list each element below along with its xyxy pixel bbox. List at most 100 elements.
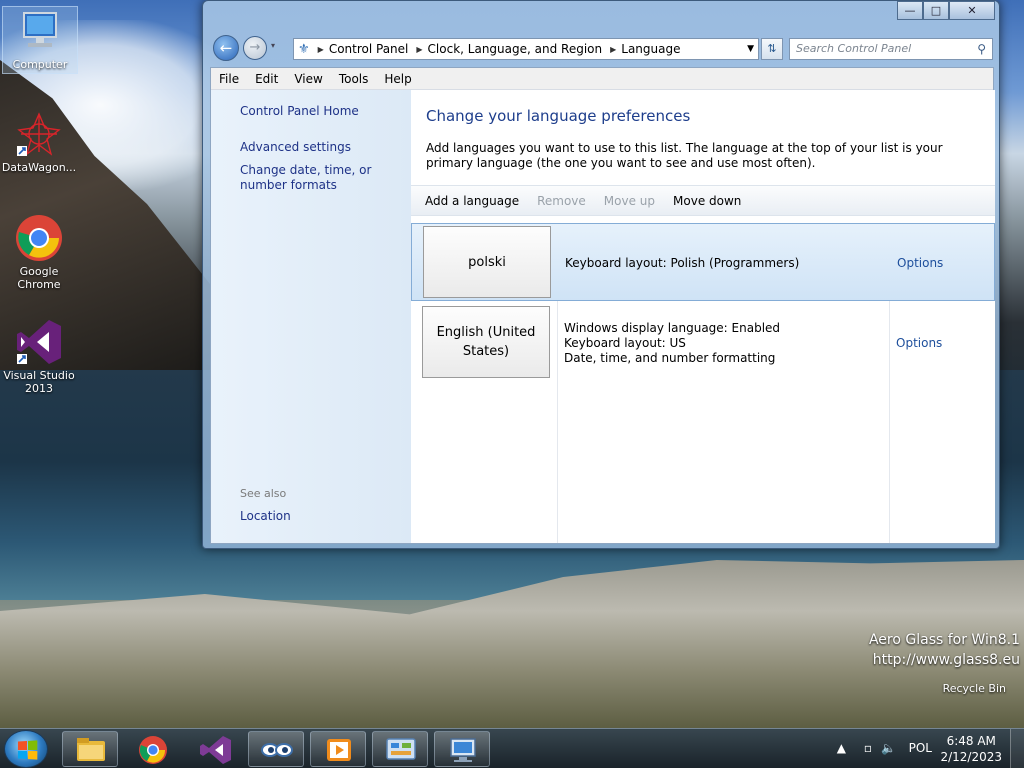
desktop-icon-computer[interactable]: Computer [2,6,78,74]
menu-file[interactable]: File [211,72,247,86]
desktop-icon-label: DataWagon... [1,161,77,174]
clock[interactable]: 6:48 AM 2/12/2023 [940,733,1002,765]
search-input[interactable]: Search Control Panel ⚲ [789,38,993,60]
language-row-english[interactable]: English (United States) Windows display … [411,304,995,384]
recycle-bin-label[interactable]: Recycle Bin [943,682,1006,695]
control-panel-home-link[interactable]: Control Panel Home [240,104,405,119]
taskbar-app-eyes[interactable] [248,731,304,767]
chrome-icon [139,736,167,764]
language-row-polski[interactable]: polski Keyboard layout: Polish (Programm… [411,223,995,301]
search-placeholder: Search Control Panel [796,42,912,55]
system-tray: ▲ ▫ 🔈 POL 6:48 AM 2/12/2023 [824,729,1024,768]
volume-icon[interactable]: 🔈 [881,741,896,755]
network-icon[interactable]: ▫ [864,741,872,755]
start-button[interactable] [4,730,48,768]
refresh-button[interactable]: ⇅ [761,38,783,60]
taskbar-control-panel[interactable] [372,731,428,767]
menu-edit[interactable]: Edit [247,72,286,86]
breadcrumb-clock-language-region[interactable]: Clock, Language, and Region [428,42,603,56]
taskbar-remote-desktop[interactable] [434,731,490,767]
taskbar-chrome[interactable] [124,731,180,767]
language-info: Keyboard layout: Polish (Programmers) [565,256,799,271]
clock-time: 6:48 AM [946,734,996,748]
chevron-down-icon[interactable]: ▼ [747,44,754,54]
language-info-line: Keyboard layout: Polish (Programmers) [565,256,800,270]
breadcrumb-separator-icon[interactable]: ▶ [610,45,616,54]
taskbar-visual-studio[interactable] [186,731,242,767]
chrome-icon [15,214,63,262]
menu-help[interactable]: Help [376,72,419,86]
see-also-heading: See also [240,487,287,500]
menu-view[interactable]: View [286,72,330,86]
page-description: Add languages you want to use to this li… [426,141,943,170]
desktop-icon-label: Visual Studio 2013 [3,369,75,395]
media-player-icon [327,739,351,761]
folder-icon [77,738,105,761]
breadcrumb-control-panel[interactable]: Control Panel [329,42,409,56]
language-tile[interactable]: English (United States) [422,306,550,378]
control-panel-window: — □ ✕ ← → ▾ ⚜ ▶ Control Panel ▶ Clock, L… [202,0,1000,549]
location-link[interactable]: Location [240,509,405,524]
taskbar: ▲ ▫ 🔈 POL 6:48 AM 2/12/2023 [0,728,1024,768]
computer-icon [16,7,64,55]
forward-button[interactable]: → [243,36,267,60]
main-content: Change your language preferences Add lan… [411,90,995,543]
caption-buttons: — □ ✕ [897,1,995,20]
move-down-button[interactable]: Move down [673,194,741,208]
breadcrumb-language[interactable]: Language [621,42,680,56]
navigation-bar: ← → ▾ ⚜ ▶ Control Panel ▶ Clock, Languag… [211,35,993,61]
move-up-button[interactable]: Move up [604,194,655,208]
breadcrumb-separator-icon[interactable]: ▶ [416,45,422,54]
minimize-button[interactable]: — [897,1,923,20]
arrow-right-icon: → [249,40,261,55]
desktop-icon-label: Google Chrome [17,265,61,291]
left-navigation-pane: Control Panel Home Advanced settings Cha… [211,90,411,543]
search-icon[interactable]: ⚲ [977,39,986,59]
language-info-line: Date, time, and number formatting [564,351,776,365]
menu-bar: File Edit View Tools Help [211,68,993,90]
eyes-icon [261,743,293,757]
change-date-time-formats-link[interactable]: Change date, time, or number formats [240,163,405,193]
watermark-line: Aero Glass for Win8.1 [868,632,1020,648]
language-toolbar: Add a language Remove Move up Move down [411,185,995,216]
desktop-icon-datawagon[interactable]: DataWagon... [1,110,77,174]
language-info-line: Windows display language: Enabled [564,321,781,335]
menu-tools[interactable]: Tools [331,72,377,86]
advanced-settings-link[interactable]: Advanced settings [240,140,405,155]
desktop-icon-label: Computer [12,58,68,71]
language-info: Windows display language: Enabled Keyboa… [564,321,780,366]
control-panel-icon [386,738,416,760]
datawagon-icon [15,110,63,158]
windows-logo-icon [17,740,38,760]
recent-pages-chevron-icon[interactable]: ▾ [271,41,275,50]
page-title: Change your language preferences [426,107,691,125]
options-link[interactable]: Options [896,336,942,350]
arrow-left-icon: ← [219,39,233,57]
desktop-icon-google-chrome[interactable]: Google Chrome [1,214,77,291]
remote-desktop-icon [450,738,476,762]
clock-date: 2/12/2023 [940,750,1002,764]
visual-studio-icon [15,318,63,366]
show-desktop-button[interactable] [1010,729,1024,768]
visual-studio-icon [200,736,231,764]
control-panel-icon: ⚜ [298,41,310,57]
add-language-button[interactable]: Add a language [425,194,519,208]
close-button[interactable]: ✕ [949,1,995,20]
watermark-url: http://www.glass8.eu [872,652,1020,668]
language-info-line: Keyboard layout: US [564,336,686,350]
breadcrumb-separator-icon[interactable]: ▶ [318,45,324,54]
input-language-indicator[interactable]: POL [909,741,932,755]
taskbar-explorer[interactable] [62,731,118,767]
refresh-icon: ⇅ [767,42,777,55]
desktop-icon-visual-studio[interactable]: Visual Studio 2013 [1,318,77,395]
show-hidden-icons-chevron-icon[interactable]: ▲ [837,741,846,755]
maximize-button[interactable]: □ [923,1,949,20]
address-bar[interactable]: ⚜ ▶ Control Panel ▶ Clock, Language, and… [293,38,759,60]
taskbar-media-player[interactable] [310,731,366,767]
language-tile[interactable]: polski [423,226,551,298]
back-button[interactable]: ← [213,35,239,61]
window-content: File Edit View Tools Help Control Panel … [210,67,995,544]
remove-button[interactable]: Remove [537,194,586,208]
options-link[interactable]: Options [897,256,943,270]
aero-glass-watermark: Aero Glass for Win8.1 http://www.glass8.… [869,630,1020,670]
